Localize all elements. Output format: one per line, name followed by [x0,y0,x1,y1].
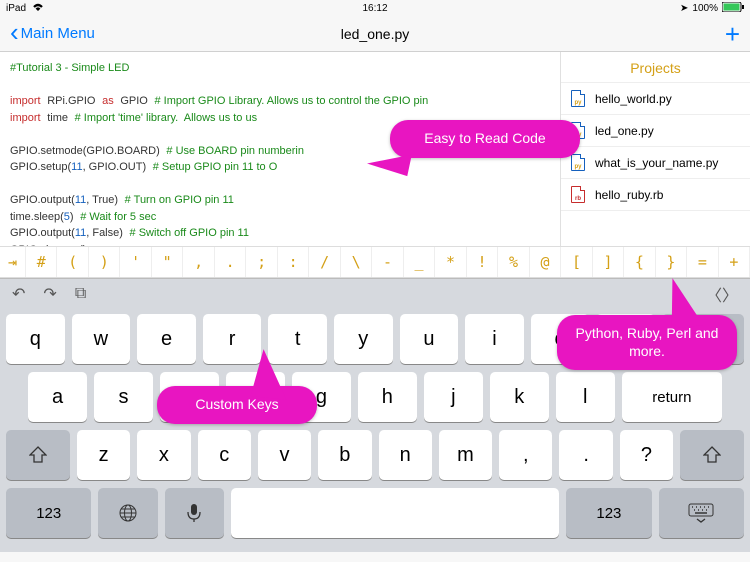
callout-keys: Custom Keys [157,386,317,424]
custom-key[interactable]: ! [467,247,498,277]
custom-key[interactable]: * [435,247,466,277]
custom-key[interactable]: = [687,247,718,277]
sidebar-title: Projects [561,52,750,83]
key-i[interactable]: i [465,314,524,364]
space-key[interactable] [231,488,560,538]
key-h[interactable]: h [358,372,417,422]
custom-key[interactable]: _ [404,247,435,277]
custom-key[interactable]: . [215,247,246,277]
key-z[interactable]: z [77,430,130,480]
python-file-icon: py [571,154,585,171]
key-,[interactable]: , [499,430,552,480]
custom-key[interactable]: # [26,247,57,277]
key-x[interactable]: x [137,430,190,480]
custom-key[interactable]: / [309,247,340,277]
projects-sidebar: Projects pyhello_world.py pyled_one.py p… [560,52,750,246]
key-.[interactable]: . [559,430,612,480]
custom-key[interactable]: % [498,247,529,277]
key-?[interactable]: ? [620,430,673,480]
project-name: led_one.py [595,124,654,138]
copy-icon[interactable]: ⧉ [75,285,86,303]
globe-key[interactable] [98,488,157,538]
key-y[interactable]: y [334,314,393,364]
custom-key[interactable]: - [372,247,403,277]
project-item[interactable]: py hello_world.py [561,83,750,115]
key-m[interactable]: m [439,430,492,480]
device-label: iPad [6,3,26,14]
project-name: hello_world.py [595,92,672,106]
return-key[interactable]: return [622,372,722,422]
key-j[interactable]: j [424,372,483,422]
page-title: led_one.py [341,26,410,42]
nav-bar: Main Menu led_one.py + [0,16,750,52]
code-toggle-icon[interactable]: 〈〉 [706,282,738,306]
key-u[interactable]: u [400,314,459,364]
mic-key[interactable] [165,488,224,538]
battery-percent: 100% [692,3,718,14]
custom-key[interactable]: , [183,247,214,277]
custom-key[interactable]: : [278,247,309,277]
ruby-file-icon: rb [571,186,585,203]
key-b[interactable]: b [318,430,371,480]
custom-key[interactable]: [ [561,247,592,277]
location-icon: ➤ [680,3,688,14]
numbers-key[interactable]: 123 [6,488,91,538]
project-item[interactable]: rb hello_ruby.rb [561,179,750,211]
key-v[interactable]: v [258,430,311,480]
custom-key[interactable]: " [152,247,183,277]
redo-icon[interactable]: ↷ [43,284,56,304]
custom-key[interactable]: ] [593,247,624,277]
custom-key[interactable]: ( [57,247,88,277]
key-q[interactable]: q [6,314,65,364]
project-item[interactable]: py what_is_your_name.py [561,147,750,179]
custom-key[interactable]: + [719,247,750,277]
project-name: what_is_your_name.py [595,156,718,170]
callout-code: Easy to Read Code [390,120,580,158]
key-k[interactable]: k [490,372,549,422]
status-bar: iPad 16:12 ➤ 100% [0,0,750,16]
custom-key[interactable]: ; [246,247,277,277]
callout-languages: Python, Ruby, Perl and more. [557,315,737,370]
custom-key-row: ⇥#()'",.;:/\-_*!%@[]{}=+ [0,246,750,278]
key-r[interactable]: r [203,314,262,364]
battery-icon [722,2,744,15]
numbers-key-right[interactable]: 123 [566,488,651,538]
key-s[interactable]: s [94,372,153,422]
hide-keyboard-key[interactable] [659,488,744,538]
custom-key[interactable]: } [656,247,687,277]
custom-key[interactable]: ⇥ [0,247,26,277]
keyboard-toolbar: ↶ ↷ ⧉ 〈〉 [0,278,750,308]
back-label: Main Menu [21,25,95,42]
custom-key[interactable]: @ [530,247,561,277]
clock: 16:12 [362,3,387,14]
undo-icon[interactable]: ↶ [12,284,25,304]
custom-key[interactable]: \ [341,247,372,277]
project-item[interactable]: pyled_one.py [561,115,750,147]
key-a[interactable]: a [28,372,87,422]
shift-key[interactable] [680,430,744,480]
key-e[interactable]: e [137,314,196,364]
wifi-icon [30,0,46,17]
back-button[interactable]: Main Menu [10,25,95,42]
code-line: #Tutorial 3 - Simple LED [10,62,129,74]
custom-key[interactable]: ) [89,247,120,277]
python-file-icon: py [571,90,585,107]
custom-key[interactable]: { [624,247,655,277]
custom-key[interactable]: ' [120,247,151,277]
key-w[interactable]: w [72,314,131,364]
key-l[interactable]: l [556,372,615,422]
shift-key[interactable] [6,430,70,480]
key-c[interactable]: c [198,430,251,480]
key-n[interactable]: n [379,430,432,480]
project-name: hello_ruby.rb [595,188,663,202]
